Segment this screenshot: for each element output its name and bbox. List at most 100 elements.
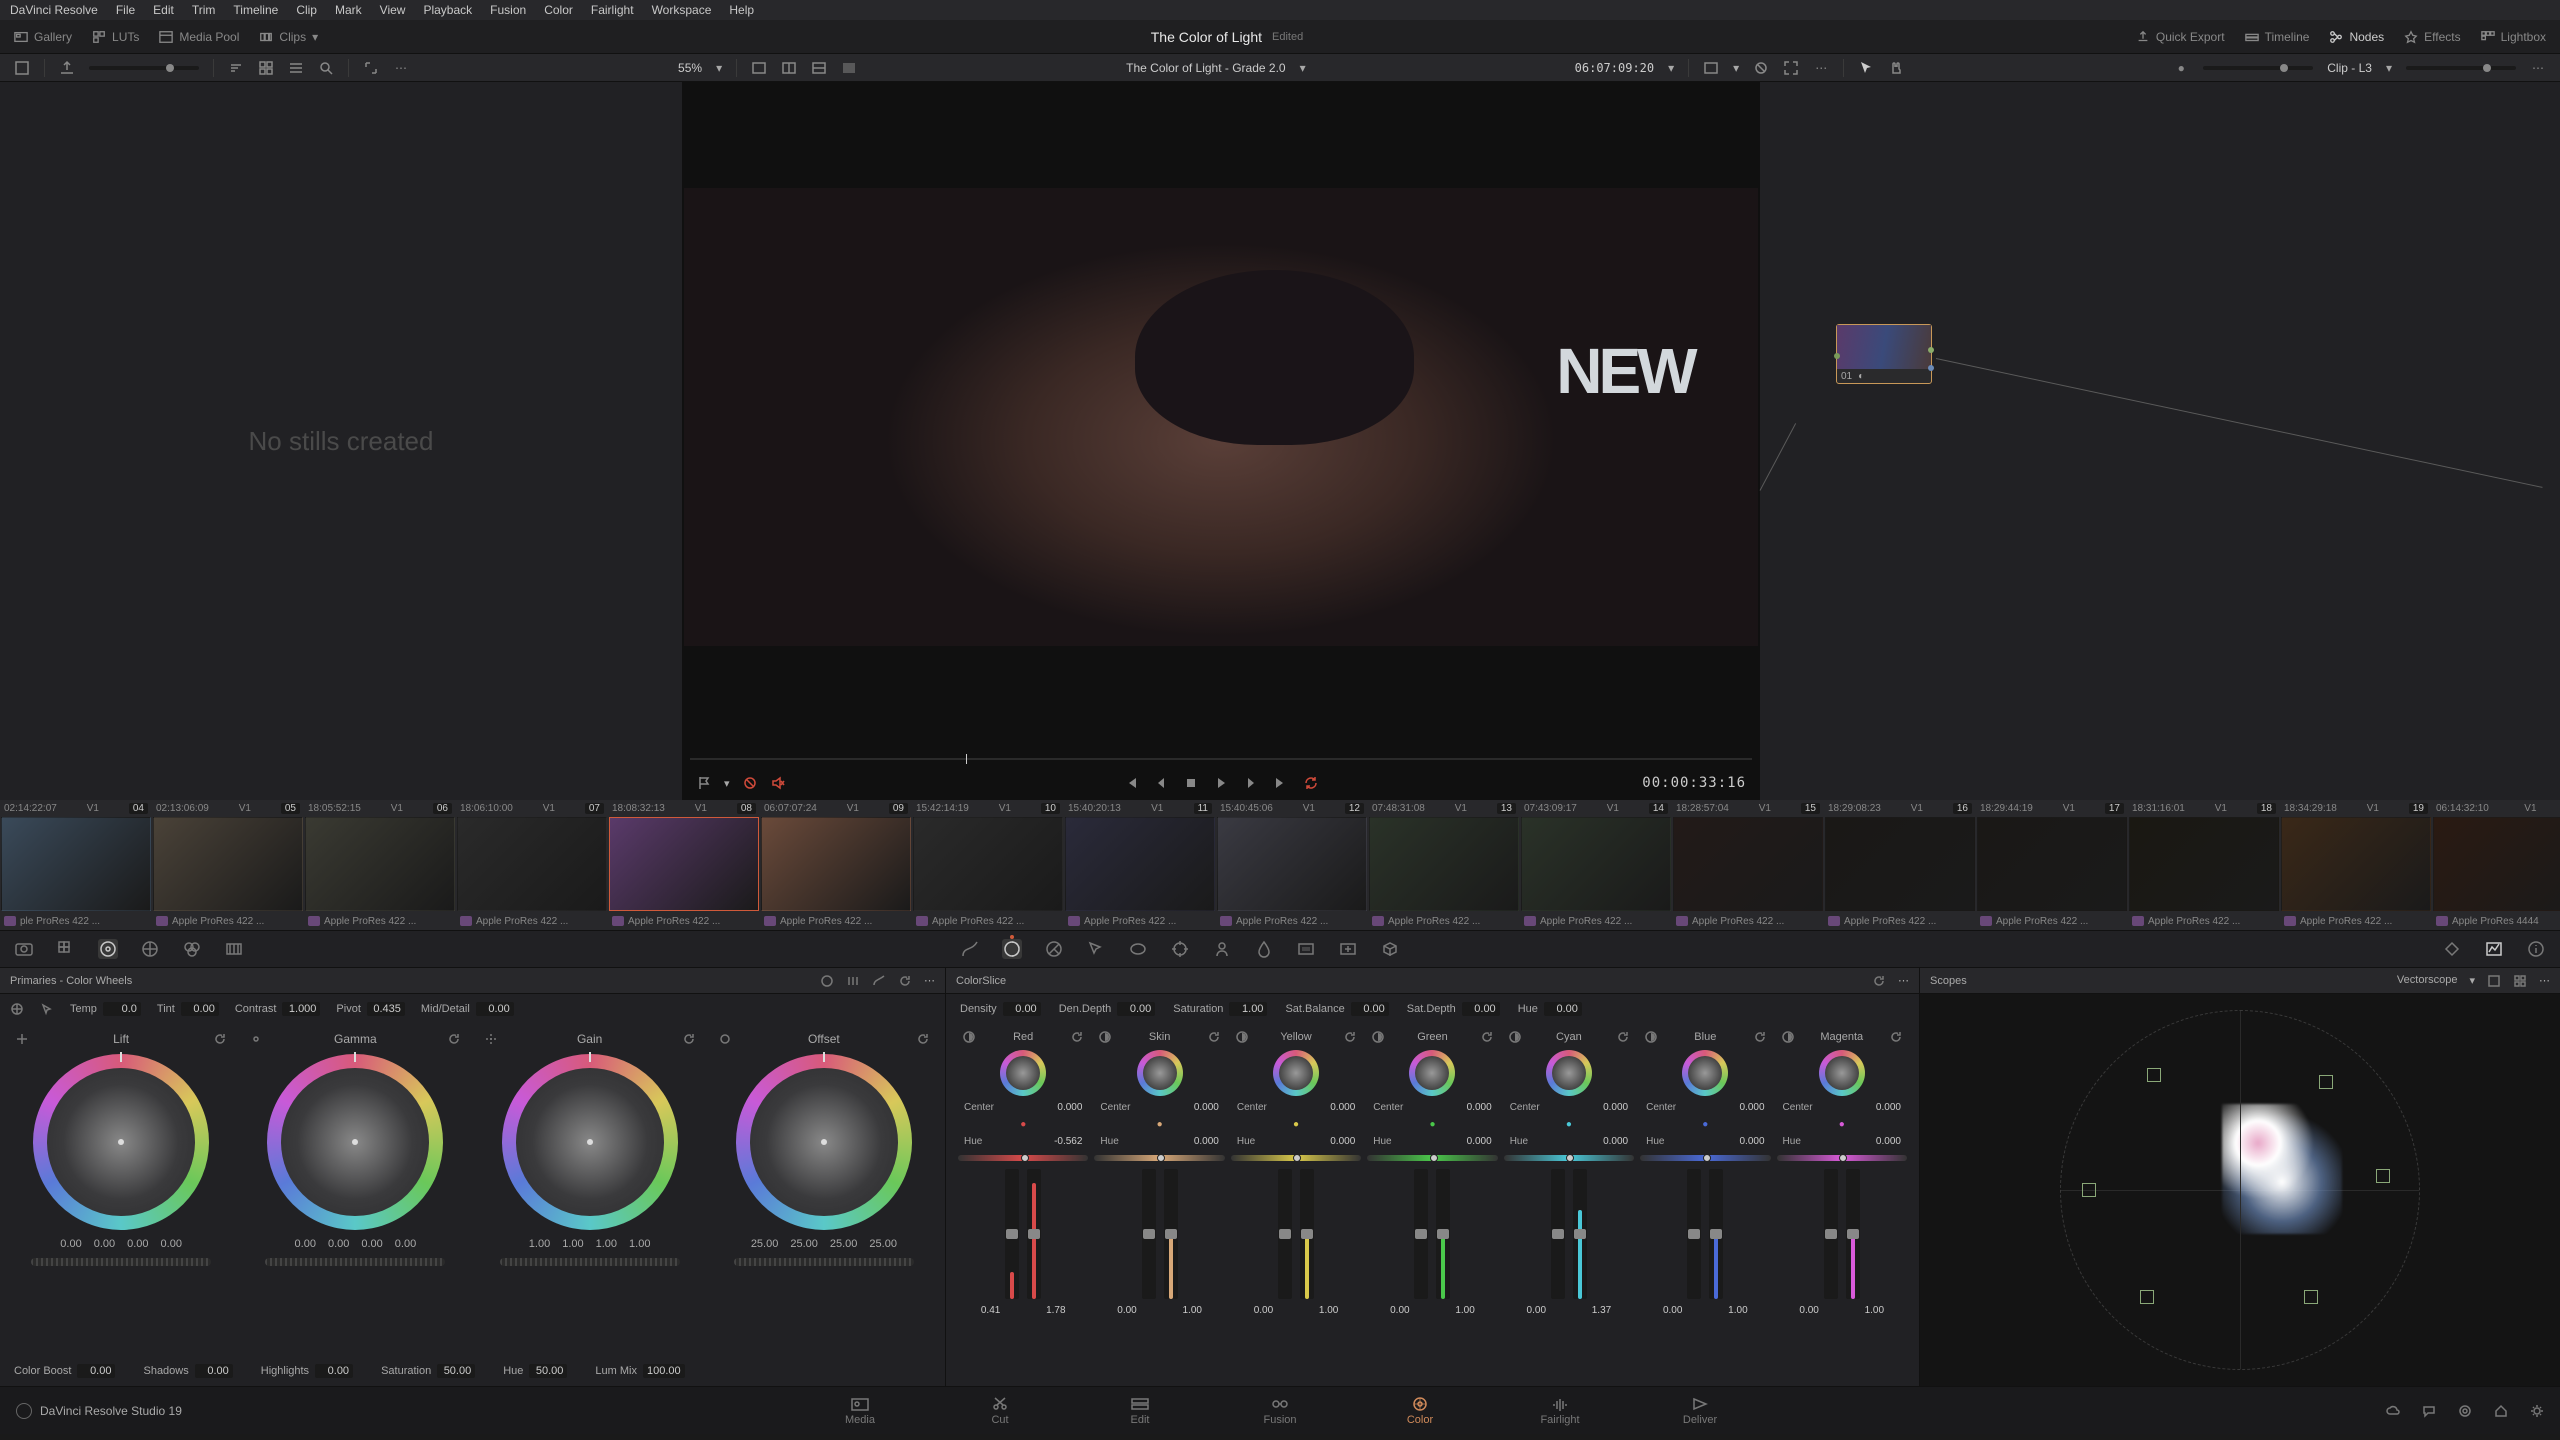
- stills-layout-icon[interactable]: [14, 60, 30, 76]
- home-icon[interactable]: [2494, 1404, 2508, 1418]
- sizing-icon[interactable]: [1338, 939, 1358, 959]
- slice-v1[interactable]: 0.00: [1117, 1305, 1136, 1316]
- density-value[interactable]: 0.00: [1003, 1002, 1041, 1016]
- density-slider[interactable]: [1005, 1169, 1019, 1299]
- slice-v1[interactable]: 0.41: [981, 1305, 1000, 1316]
- slice-enable-icon[interactable]: [1371, 1030, 1385, 1044]
- tint-value[interactable]: 0.00: [181, 1002, 219, 1016]
- bars-mode-icon[interactable]: [846, 974, 860, 988]
- slice-hue-value[interactable]: -0.562: [1054, 1136, 1082, 1147]
- menu-item[interactable]: Help: [729, 3, 754, 17]
- slice-hue-value[interactable]: 0.000: [1740, 1136, 1765, 1147]
- clip-thumbnail[interactable]: 18:06:10:00V107 Apple ProRes 422 ...: [456, 800, 608, 930]
- clip-thumbnail[interactable]: 18:29:08:23V116 Apple ProRes 422 ...: [1824, 800, 1976, 930]
- pointer-icon[interactable]: [1858, 60, 1874, 76]
- slice-enable-icon[interactable]: [1781, 1030, 1795, 1044]
- slice-wheel[interactable]: [1137, 1050, 1183, 1096]
- hue-slider[interactable]: [1094, 1155, 1224, 1161]
- chevron-down-icon[interactable]: ▾: [724, 777, 730, 790]
- gallery-toggle[interactable]: Gallery: [14, 30, 72, 44]
- density-slider[interactable]: [1687, 1169, 1701, 1299]
- chat-icon[interactable]: [2422, 1404, 2436, 1418]
- reset-icon[interactable]: [1889, 1030, 1903, 1044]
- density-slider[interactable]: [1278, 1169, 1292, 1299]
- density-slider[interactable]: [1824, 1169, 1838, 1299]
- slice-v2[interactable]: 1.00: [1865, 1305, 1884, 1316]
- effects-toggle[interactable]: Effects: [2404, 30, 2460, 44]
- scopes-icon[interactable]: [2484, 939, 2504, 959]
- wheel-mode-icon[interactable]: [249, 1032, 263, 1046]
- viewer-canvas[interactable]: [682, 82, 1760, 752]
- clip-thumbnail[interactable]: 02:13:06:09V105 Apple ProRes 422 ...: [152, 800, 304, 930]
- cs-hue-value[interactable]: 0.00: [1544, 1002, 1582, 1016]
- more-icon[interactable]: ⋯: [1813, 60, 1829, 76]
- slice-v2[interactable]: 1.00: [1182, 1305, 1201, 1316]
- wheel-jog[interactable]: [265, 1258, 445, 1266]
- clip-thumbnail[interactable]: 18:34:29:18V119 Apple ProRes 422 ...: [2280, 800, 2432, 930]
- reset-icon[interactable]: [1480, 1030, 1494, 1044]
- slice-enable-icon[interactable]: [1508, 1030, 1522, 1044]
- slice-v1[interactable]: 0.00: [1799, 1305, 1818, 1316]
- slice-enable-icon[interactable]: [1644, 1030, 1658, 1044]
- highlight-icon[interactable]: [841, 60, 857, 76]
- split-h-icon[interactable]: [781, 60, 797, 76]
- slice-v1[interactable]: 0.00: [1527, 1305, 1546, 1316]
- slice-enable-icon[interactable]: [1098, 1030, 1112, 1044]
- wheels-mode-icon[interactable]: [820, 974, 834, 988]
- density-slider[interactable]: [1142, 1169, 1156, 1299]
- quick-export-button[interactable]: Quick Export: [2136, 30, 2225, 44]
- slice-wheel[interactable]: [1000, 1050, 1046, 1096]
- clip-label[interactable]: Clip - L3: [2327, 61, 2372, 75]
- clip-thumbnail[interactable]: 07:43:09:17V114 Apple ProRes 422 ...: [1520, 800, 1672, 930]
- colorboost-value[interactable]: 0.00: [77, 1364, 115, 1378]
- hue-slider[interactable]: [1504, 1155, 1634, 1161]
- split-none-icon[interactable]: [751, 60, 767, 76]
- zoom-value[interactable]: 55%: [678, 61, 702, 75]
- slice-hue-value[interactable]: 0.000: [1603, 1136, 1628, 1147]
- clips-toggle[interactable]: Clips ▾: [259, 30, 318, 44]
- reset-icon[interactable]: [1616, 1030, 1630, 1044]
- tracker-icon[interactable]: [1170, 939, 1190, 959]
- clip-thumbnail[interactable]: 15:42:14:19V110 Apple ProRes 422 ...: [912, 800, 1064, 930]
- clip-thumbnail[interactable]: 18:29:44:19V117 Apple ProRes 422 ...: [1976, 800, 2128, 930]
- clip-thumbnail[interactable]: 15:40:20:13V111 Apple ProRes 422 ...: [1064, 800, 1216, 930]
- menu-item[interactable]: Workspace: [652, 3, 712, 17]
- log-mode-icon[interactable]: [872, 974, 886, 988]
- auto-balance-icon[interactable]: [10, 1002, 24, 1016]
- reset-icon[interactable]: [1343, 1030, 1357, 1044]
- node-zoom-slider[interactable]: [2203, 66, 2313, 70]
- slice-v1[interactable]: 0.00: [1390, 1305, 1409, 1316]
- sat-slider[interactable]: [1300, 1169, 1314, 1299]
- sat-slider[interactable]: [1164, 1169, 1178, 1299]
- color-wheel[interactable]: [267, 1054, 443, 1230]
- resolve-logo-icon[interactable]: [16, 1403, 32, 1419]
- fullscreen-icon[interactable]: [1783, 60, 1799, 76]
- sat-slider[interactable]: [1846, 1169, 1860, 1299]
- clip-thumbnail[interactable]: 02:14:22:07V104 ple ProRes 422 ...: [0, 800, 152, 930]
- slice-enable-icon[interactable]: [962, 1030, 976, 1044]
- wheel-mode-icon[interactable]: [484, 1032, 498, 1046]
- prev-frame-icon[interactable]: [1153, 775, 1169, 791]
- expand-icon[interactable]: [363, 60, 379, 76]
- gallery-scroller[interactable]: [89, 66, 199, 70]
- pick-white-icon[interactable]: [40, 1002, 54, 1016]
- keyframes-icon[interactable]: [2442, 939, 2462, 959]
- blur-icon[interactable]: [1254, 939, 1274, 959]
- menu-item[interactable]: Fusion: [490, 3, 526, 17]
- info-icon[interactable]: [2526, 939, 2546, 959]
- clip-thumbnail[interactable]: 18:05:52:15V106 Apple ProRes 422 ...: [304, 800, 456, 930]
- next-frame-icon[interactable]: [1243, 775, 1259, 791]
- tab-media[interactable]: Media: [830, 1396, 890, 1426]
- shadows-value[interactable]: 0.00: [195, 1364, 233, 1378]
- hue-slider[interactable]: [1367, 1155, 1497, 1161]
- key-icon[interactable]: [1296, 939, 1316, 959]
- scopes-mode[interactable]: Vectorscope: [2397, 974, 2458, 988]
- motion-effects-icon[interactable]: [224, 939, 244, 959]
- wheel-jog[interactable]: [734, 1258, 914, 1266]
- chevron-down-icon[interactable]: ▾: [1733, 61, 1739, 75]
- clip-thumbnail[interactable]: 06:14:32:10V1 Apple ProRes 4444: [2432, 800, 2560, 930]
- tab-fusion[interactable]: Fusion: [1250, 1396, 1310, 1426]
- list-view-icon[interactable]: [288, 60, 304, 76]
- clip-thumbnail[interactable]: 07:48:31:08V113 Apple ProRes 422 ...: [1368, 800, 1520, 930]
- more-icon[interactable]: ⋯: [393, 60, 409, 76]
